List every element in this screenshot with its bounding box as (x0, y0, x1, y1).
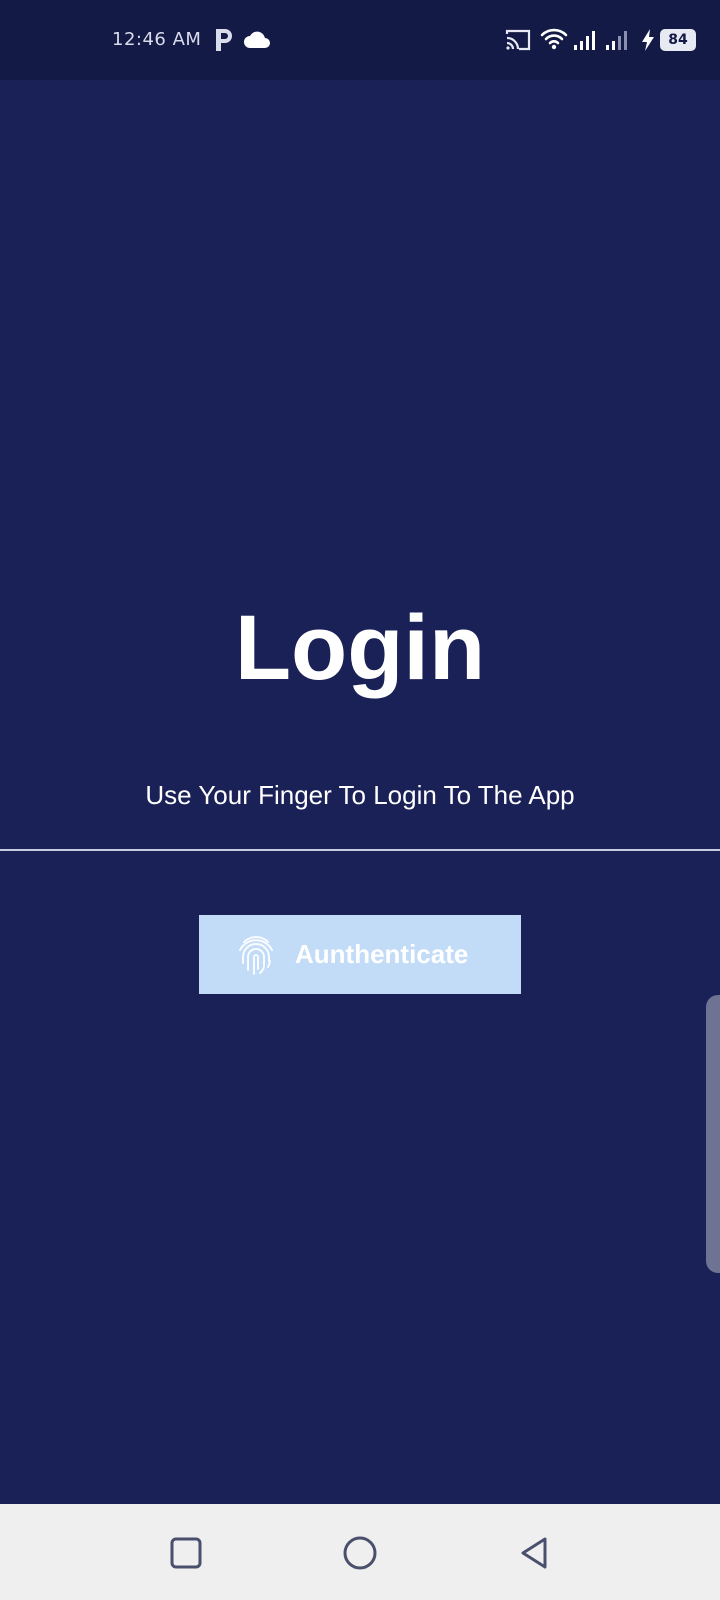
wifi-icon (540, 28, 568, 50)
divider (0, 849, 720, 851)
status-bar: 12:46 AM 84 (0, 0, 720, 80)
page-title: Login (234, 597, 486, 699)
battery-icon: 84 (660, 29, 696, 51)
charging-icon (642, 29, 654, 51)
authenticate-button[interactable]: Aunthenticate (199, 915, 521, 994)
p-app-icon (216, 29, 232, 51)
battery-level: 84 (668, 32, 688, 48)
status-time: 12:46 AM (112, 29, 202, 50)
cloud-icon (244, 31, 270, 48)
signal-icon (606, 31, 627, 50)
signal-icon (574, 31, 595, 50)
edge-panel-handle[interactable] (706, 995, 720, 1273)
navigation-bar (0, 1504, 720, 1600)
back-icon[interactable] (515, 1534, 553, 1572)
recent-apps-icon[interactable] (167, 1534, 205, 1572)
login-instruction: Use Your Finger To Login To The App (145, 780, 575, 810)
cast-icon (505, 29, 531, 51)
home-icon[interactable] (341, 1534, 379, 1572)
fingerprint-icon (239, 936, 273, 975)
authenticate-button-label: Aunthenticate (295, 939, 469, 969)
